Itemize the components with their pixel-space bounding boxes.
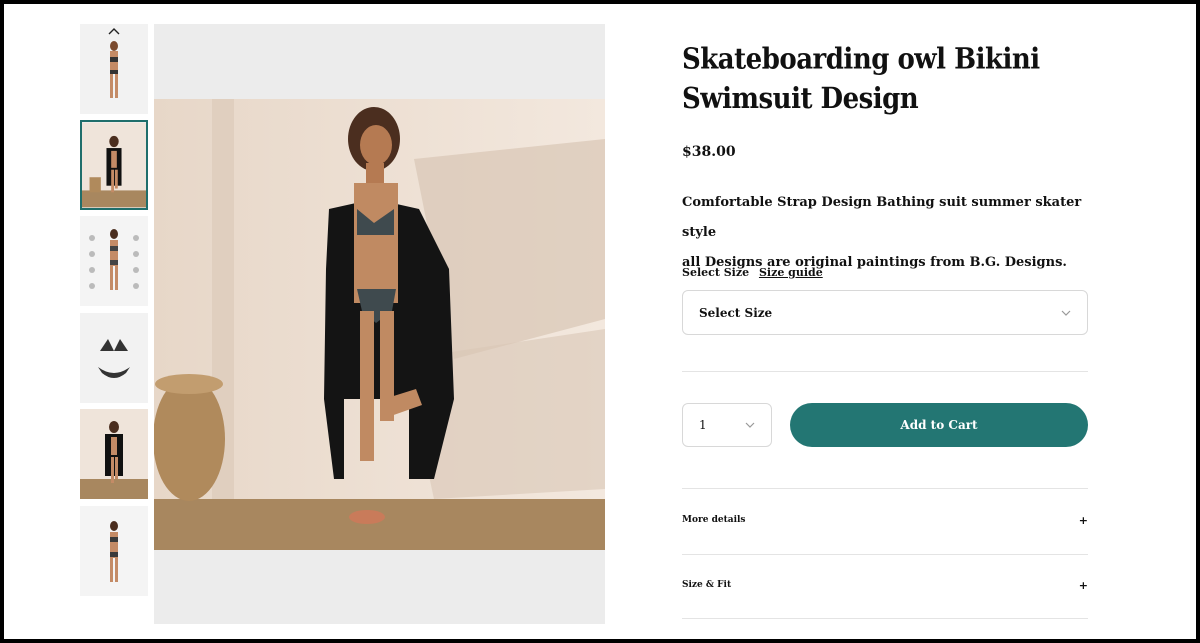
thumbnail-5[interactable] [80, 409, 148, 499]
product-title: Skateboarding owl Bikini Swimsuit Design [682, 43, 1040, 116]
size-select-value: Select Size [699, 305, 773, 320]
product-photo [154, 99, 605, 550]
thumbnail-4[interactable] [80, 313, 148, 403]
chevron-down-icon [745, 422, 755, 428]
add-to-cart-button[interactable]: Add to Cart [790, 403, 1088, 447]
accordion-more-details[interactable]: More details + [682, 510, 1088, 530]
size-guide-link[interactable]: Size guide [759, 266, 823, 279]
chevron-up-icon[interactable] [104, 24, 124, 38]
plus-icon: + [1078, 578, 1088, 592]
divider [682, 554, 1088, 555]
quantity-select[interactable]: 1 [682, 403, 772, 447]
product-info: Skateboarding owl Bikini Swimsuit Design… [682, 40, 1088, 619]
main-product-image[interactable] [154, 24, 605, 624]
divider [682, 488, 1088, 489]
product-description: Comfortable Strap Design Bathing suit su… [682, 188, 1102, 278]
thumbnail-6[interactable] [80, 506, 148, 596]
size-select[interactable]: Select Size [682, 290, 1088, 335]
description-line-1: Comfortable Strap Design Bathing suit su… [682, 195, 1082, 240]
quantity-value: 1 [699, 418, 707, 432]
size-label-row: Select Size Size guide [682, 266, 823, 279]
accordion-size-fit-label: Size & Fit [682, 580, 732, 590]
accordion-size-fit[interactable]: Size & Fit + [682, 575, 1088, 595]
thumbnail-gallery [80, 24, 148, 624]
thumbnail-2[interactable] [80, 120, 148, 210]
thumbnail-3[interactable] [80, 216, 148, 306]
chevron-down-icon [1061, 310, 1071, 316]
plus-icon: + [1078, 513, 1088, 527]
divider [682, 371, 1088, 372]
size-label: Select Size [682, 266, 750, 279]
product-price: $38.00 [682, 144, 736, 160]
accordion-more-details-label: More details [682, 515, 746, 525]
divider [682, 618, 1088, 619]
